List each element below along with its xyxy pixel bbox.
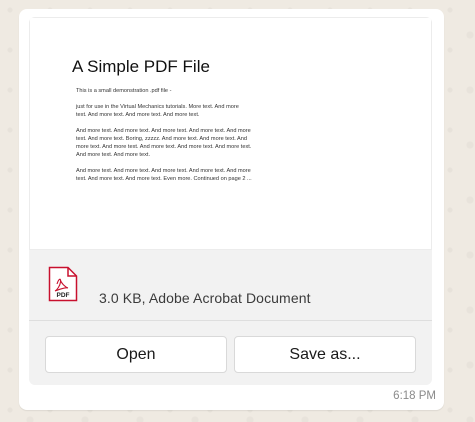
pdf-preview[interactable]: A Simple PDF File This is a small demons…: [29, 17, 432, 250]
pdf-preview-line: text. And more text. And more text. Even…: [76, 176, 252, 182]
message-timestamp: 6:18 PM: [393, 390, 436, 402]
pdf-preview-line: This is a small demonstration .pdf file …: [76, 88, 172, 94]
message-bubble: A Simple PDF File This is a small demons…: [19, 9, 444, 410]
pdf-preview-line: text. And more text. Boring, zzzzz. And …: [76, 136, 248, 142]
pdf-preview-line: just for use in the Virtual Mechanics tu…: [76, 104, 239, 110]
pdf-preview-line: text. And more text. And more text. And …: [76, 112, 200, 118]
pdf-preview-line: more text. And more text. And more text.…: [76, 144, 252, 150]
pdf-preview-title: A Simple PDF File: [72, 57, 210, 76]
save-as-button[interactable]: Save as...: [234, 336, 416, 373]
pdf-preview-line: And more text. And more text. And more t…: [76, 128, 251, 134]
file-meta-text: 3.0 KB, Adobe Acrobat Document: [99, 290, 311, 306]
pdf-preview-line: And more text. And more text. And more t…: [76, 168, 251, 174]
pdf-icon-label: PDF: [57, 292, 70, 299]
divider: [29, 320, 432, 321]
pdf-file-icon: PDF: [48, 266, 78, 302]
pdf-preview-line: And more text. And more text.: [76, 152, 150, 158]
file-info-row[interactable]: PDF 3.0 KB, Adobe Acrobat Document: [29, 250, 432, 320]
pdf-attachment-card: A Simple PDF File This is a small demons…: [29, 17, 432, 385]
open-button[interactable]: Open: [45, 336, 227, 373]
